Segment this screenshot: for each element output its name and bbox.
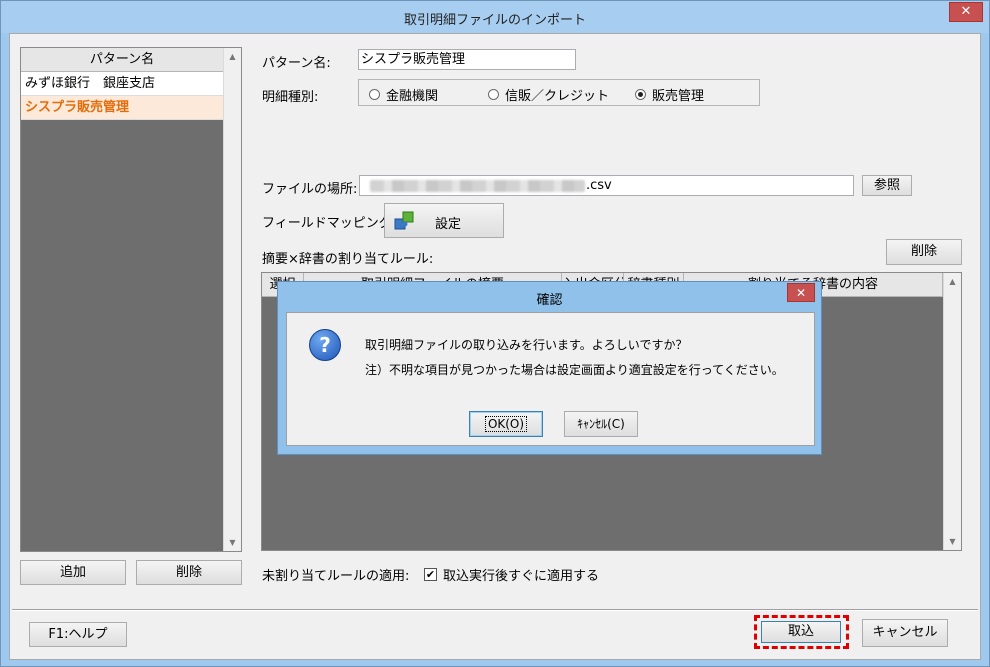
scroll-down-icon[interactable]: ▼: [224, 534, 241, 551]
file-location-label: ファイルの場所:: [262, 182, 358, 197]
puzzle-icon: [393, 209, 417, 233]
pattern-name-input[interactable]: シスプラ販売管理: [358, 49, 576, 70]
radio-label: 金融機関: [386, 89, 439, 104]
detail-type-label: 明細種別:: [262, 90, 319, 105]
question-icon: ?: [309, 329, 341, 361]
radio-label: 販売管理: [652, 89, 705, 104]
checkbox-check-icon: ✔: [424, 568, 437, 581]
pattern-list[interactable]: パターン名 みずほ銀行 銀座支店 シスプラ販売管理 ▲ ▼: [20, 47, 242, 552]
pattern-list-scrollbar[interactable]: ▲ ▼: [223, 48, 241, 551]
pattern-name-label: パターン名:: [262, 56, 331, 71]
radio-sales[interactable]: 販売管理: [635, 85, 704, 104]
field-mapping-label: フィールドマッピング:: [262, 216, 397, 231]
scroll-up-icon[interactable]: ▲: [944, 273, 961, 290]
file-location-input[interactable]: .csv: [359, 175, 854, 196]
radio-dot: [488, 89, 499, 100]
help-button[interactable]: F1:ヘルプ: [29, 622, 127, 647]
rule-delete-button[interactable]: 削除: [886, 239, 962, 265]
scroll-up-icon[interactable]: ▲: [224, 48, 241, 65]
radio-financial[interactable]: 金融機関: [369, 85, 438, 104]
redacted-path: [370, 180, 585, 192]
file-extension: .csv: [586, 178, 612, 193]
confirm-dialog: 確認 ✕ ? 取引明細ファイルの取り込みを行います。よろしいですか？ 注）不明な…: [277, 281, 822, 455]
import-window: 取引明細ファイルのインポート ✕ パターン名 みずほ銀行 銀座支店 シスプラ販売…: [0, 0, 990, 667]
scroll-down-icon[interactable]: ▼: [944, 533, 961, 550]
import-button-highlight: 取込: [754, 615, 849, 649]
radio-dot-checked: [635, 89, 646, 100]
settings-button-label: 設定: [435, 217, 462, 232]
import-button[interactable]: 取込: [761, 621, 841, 643]
footer-separator: [12, 609, 978, 611]
rule-label: 摘要×辞書の割り当てルール:: [262, 252, 434, 267]
browse-button[interactable]: 参照: [862, 175, 912, 196]
radio-label: 信販／クレジット: [505, 89, 610, 104]
dialog-close-button[interactable]: ✕: [787, 283, 815, 302]
pattern-list-item-selected[interactable]: シスプラ販売管理: [21, 96, 223, 120]
delete-pattern-button[interactable]: 削除: [136, 560, 242, 585]
window-close-button[interactable]: ✕: [949, 2, 983, 22]
dialog-body: ? 取引明細ファイルの取り込みを行います。よろしいですか？ 注）不明な項目が見つ…: [286, 312, 815, 446]
ok-button-label: OK(O): [484, 416, 528, 432]
dialog-ok-button[interactable]: OK(O): [469, 411, 543, 437]
dialog-note: 注）不明な項目が見つかった場合は設定画面より適宜設定を行ってください。: [365, 363, 784, 377]
pattern-list-item[interactable]: みずほ銀行 銀座支店: [21, 72, 223, 96]
field-mapping-settings-button[interactable]: 設定: [384, 203, 504, 238]
dialog-cancel-button[interactable]: ｷｬﾝｾﾙ(C): [564, 411, 638, 437]
apply-after-import-checkbox[interactable]: ✔ 取込実行後すぐに適用する: [424, 565, 599, 584]
dialog-message: 取引明細ファイルの取り込みを行います。よろしいですか？: [365, 338, 688, 352]
radio-credit[interactable]: 信販／クレジット: [488, 85, 609, 104]
add-pattern-button[interactable]: 追加: [20, 560, 126, 585]
detail-type-group: 金融機関 信販／クレジット 販売管理: [358, 79, 760, 106]
title-bar: 取引明細ファイルのインポート ✕: [1, 1, 989, 33]
cancel-button[interactable]: キャンセル: [862, 619, 948, 647]
radio-dot: [369, 89, 380, 100]
unassigned-rule-label: 未割り当てルールの適用:: [262, 569, 410, 584]
checkbox-label: 取込実行後すぐに適用する: [443, 569, 600, 584]
rule-grid-scrollbar[interactable]: ▲ ▼: [943, 273, 961, 550]
dialog-title: 確認: [536, 293, 563, 308]
pattern-list-header: パターン名: [21, 48, 223, 72]
window-title: 取引明細ファイルのインポート: [403, 13, 586, 28]
